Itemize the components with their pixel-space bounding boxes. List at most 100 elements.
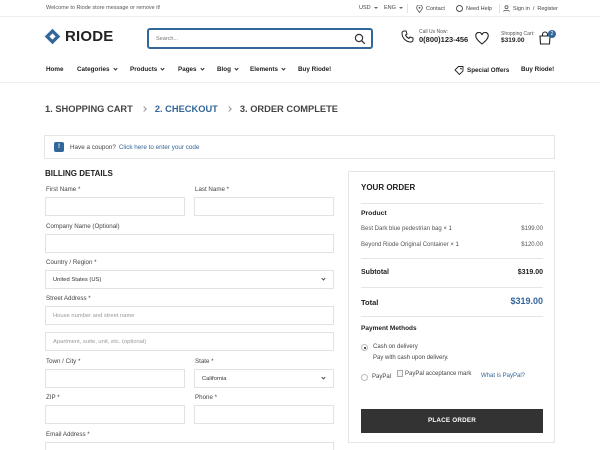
tag-icon [454,66,464,75]
item-price: $199.00 [521,226,543,232]
state-label: State * [195,358,214,365]
paypal-image: PayPal acceptance mark [397,370,471,377]
company-label: Company Name (Optional) [46,223,120,230]
billing-title: BILLING DETAILS [45,169,113,178]
total-value: $319.00 [510,296,543,306]
search-input[interactable] [149,30,349,47]
phone-field[interactable] [194,405,334,424]
chevron-right-icon [226,106,232,112]
chevron-down-icon [321,375,326,380]
search-icon[interactable] [354,33,366,45]
chevron-down-icon [398,7,403,9]
nav-label: Categories [77,66,110,73]
country-select[interactable]: United States (US) [45,270,334,289]
what-is-paypal-link[interactable]: What is PayPal? [481,373,525,379]
chevron-down-icon [281,66,286,71]
order-item: Best Dark blue pedestrian bag × 1 $199.0… [361,226,543,232]
chevron-down-icon [160,66,165,71]
first-name-field[interactable] [45,197,185,216]
cart-summary[interactable]: Shopping Cart: $319.00 [501,31,534,44]
divider [361,258,543,259]
language-select[interactable]: ENG [384,5,403,11]
apartment-placeholder: Apartment, suite, unit, etc. (optional) [53,338,147,345]
nav-products[interactable]: Products [130,66,165,73]
company-field[interactable] [45,234,334,253]
call-us[interactable]: Call Us Now: 0(800)123-456 [401,29,468,44]
nav-categories[interactable]: Categories [77,66,118,73]
phone-label: Phone * [195,394,218,401]
user-icon [503,5,510,12]
currency-select[interactable]: USD [359,5,378,11]
logo-text: RIODE [65,28,114,45]
divider [361,287,543,288]
subtotal-row: Subtotal $319.00 [361,269,543,276]
contact-label: Contact [426,6,445,12]
chevron-down-icon [199,66,205,71]
coupon-text: Have a coupon? [70,143,116,151]
header: RIODE Call Us Now: 0(800)123-456 Shoppin… [0,17,600,59]
town-field[interactable] [45,369,185,388]
country-value: United States (US) [53,276,102,283]
logo[interactable]: RIODE [44,28,114,45]
heart-icon[interactable] [475,32,489,45]
step-shopping-cart[interactable]: 1. SHOPPING CART [45,104,133,114]
total-row: Total $319.00 [361,296,543,307]
nav-blog[interactable]: Blog [217,66,239,73]
email-field[interactable] [45,442,334,450]
chevron-down-icon [373,7,378,9]
phone-icon [401,30,414,43]
paypal-label[interactable]: PayPal [372,374,391,380]
last-name-field[interactable] [194,197,334,216]
nav-buy-right[interactable]: Buy Riode! [521,66,554,73]
divider [407,4,408,13]
item-name: Best Dark blue pedestrian bag [361,226,442,232]
product-header: Product [361,210,387,217]
contact-link[interactable]: Contact [416,5,445,13]
email-label: Email Address * [46,431,90,438]
state-value: California [202,375,227,382]
subtotal-value: $319.00 [517,269,543,276]
nav-pages[interactable]: Pages [178,66,205,73]
language-label: ENG [384,5,396,11]
nav-label: Pages [178,66,197,73]
cod-description: Pay with cash upon delivery. [373,355,449,361]
search-bar [147,28,373,49]
cod-label[interactable]: Cash on delivery [373,344,418,350]
coupon-link[interactable]: Click here to enter your code [119,144,200,151]
apartment-field[interactable]: Apartment, suite, unit, etc. (optional) [45,332,334,351]
last-name-label: Last Name * [195,186,230,193]
chevron-right-icon [140,106,147,112]
sign-in-link[interactable]: Sign in [513,6,530,12]
nav-label: Elements [250,66,278,73]
paypal-radio[interactable] [361,374,368,381]
main-nav: Home Categories Products Pages Blog Elem… [0,59,600,83]
nav-home[interactable]: Home [46,66,64,73]
nav-label: Home [46,66,64,73]
item-name: Beyond Riode Original Container [361,242,449,248]
step-checkout[interactable]: 2. CHECKOUT [155,104,218,114]
info-icon: ! [54,142,64,152]
order-item: Beyond Riode Original Container × 1 $120… [361,242,543,248]
divider [361,203,543,204]
cart-count-badge: 2 [548,30,556,38]
cod-radio[interactable] [361,344,368,351]
nav-buy[interactable]: Buy Riode! [298,66,331,73]
zip-label: ZIP * [46,394,60,401]
street-address-field[interactable]: House number and street name [45,306,334,325]
need-help-link[interactable]: Need Help [456,5,492,12]
item-price: $120.00 [521,242,543,248]
nav-elements[interactable]: Elements [250,66,286,73]
special-offers-link[interactable]: Special Offers [454,66,509,75]
state-select[interactable]: California [194,369,334,388]
zip-field[interactable] [45,405,185,424]
order-summary: YOUR ORDER Product Best Dark blue pedest… [348,171,555,443]
help-icon [456,5,463,12]
first-name-label: First Name * [46,186,81,193]
place-order-button[interactable]: PLACE ORDER [361,409,543,433]
chevron-down-icon [112,66,118,71]
account-divider: / [532,5,535,12]
item-qty: × 1 [450,242,459,248]
paypal-image-alt: PayPal acceptance mark [405,370,472,377]
register-link[interactable]: Register [537,6,557,12]
total-label: Total [361,298,379,307]
